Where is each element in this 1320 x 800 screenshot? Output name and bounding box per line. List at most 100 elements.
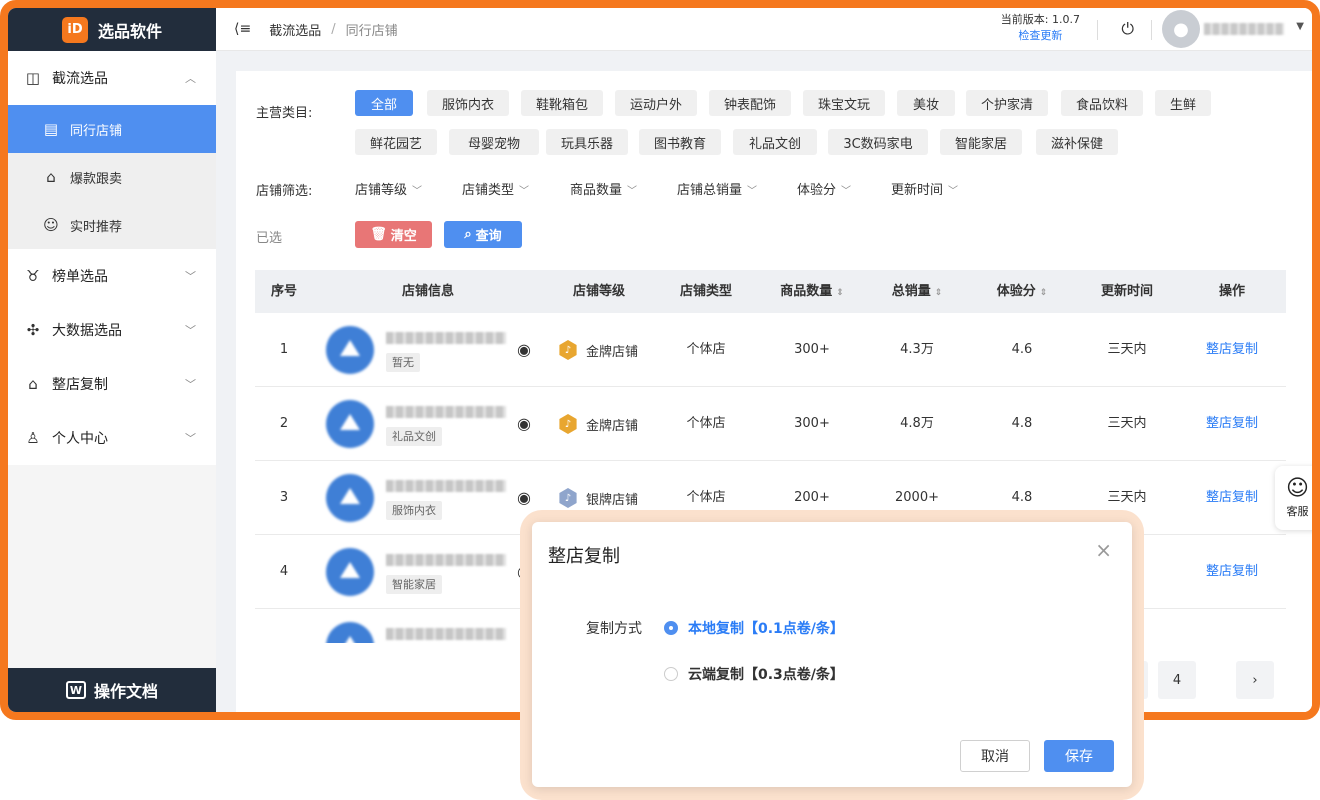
shop-filter-dropdown[interactable]: 店铺等级 ﹀	[355, 179, 422, 198]
shop-filter-dropdown[interactable]: 更新时间 ﹀	[891, 179, 958, 198]
sidebar-item-label: 个人中心	[52, 431, 108, 447]
search-icon: ⌕	[464, 227, 472, 242]
shop-filter-dropdown[interactable]: 店铺类型 ﹀	[462, 179, 529, 198]
check-update-link[interactable]: 检查更新	[1001, 28, 1080, 44]
clear-button[interactable]: 🗑 清空	[355, 221, 432, 248]
chevron-down-icon: ﹀	[412, 186, 423, 197]
power-icon[interactable]: ⏻	[1121, 19, 1134, 39]
radio-label: 本地复制【0.1点卷/条】	[688, 621, 844, 637]
shop-filter-dropdown[interactable]: 店铺总销量 ﹀	[677, 179, 757, 198]
shop-filter-dropdown[interactable]: 体验分 ﹀	[797, 179, 851, 198]
copy-shop-dialog: 整店复制 × 复制方式 本地复制【0.1点卷/条】 云端复制【0.3点卷/条】 …	[532, 522, 1132, 787]
col-products[interactable]: 商品数量 ⇕	[757, 270, 867, 313]
page-button[interactable]: 4	[1158, 661, 1196, 699]
total-sales: 4.8万	[900, 416, 934, 431]
col-score-label: 体验分	[996, 284, 1036, 299]
radio-local-copy[interactable]: 本地复制【0.1点卷/条】	[664, 618, 844, 638]
breadcrumb-parent[interactable]: 截流选品	[269, 20, 321, 39]
docs-label: 操作文档	[93, 682, 158, 701]
sort-icon[interactable]: ⇕	[935, 288, 943, 298]
shop-level: ♪ 金牌店铺	[558, 313, 638, 387]
level-label: 银牌店铺	[586, 492, 639, 508]
table-row: 1 暂无 ◉ ♪ 金牌店铺 个体店 300+ 4.3万 4.6 三天内 整店复制	[255, 313, 1286, 387]
category-tag[interactable]: 服饰内衣	[427, 90, 510, 116]
col-type: 店铺类型	[679, 284, 732, 299]
sidebar-item-intercept[interactable]: ◫ 截流选品 ︿	[8, 51, 216, 105]
category-tag[interactable]: 个护家清	[966, 90, 1049, 116]
shop-bag-icon: ◫	[25, 69, 41, 87]
chevron-down-icon: ﹀	[185, 378, 196, 391]
table-header: 序号 店铺信息 店铺等级 店铺类型 商品数量 ⇕ 总销量 ⇕ 体验分 ⇕ 更新时间 操…	[255, 270, 1286, 313]
eye-icon[interactable]: ◉	[517, 488, 531, 508]
sidebar-subitem-realtime[interactable]: ☺ 实时推荐	[8, 201, 216, 249]
collapse-menu-icon[interactable]: ⟨≡	[234, 21, 251, 37]
row-number: 4	[279, 564, 289, 579]
level-badge-icon: ♪	[559, 488, 577, 508]
radio-label: 云端复制【0.3点卷/条】	[688, 667, 844, 683]
caret-down-icon[interactable]: ▼	[1296, 21, 1304, 32]
sidebar-subitem-label: 爆款跟卖	[70, 171, 123, 187]
eye-icon[interactable]: ◉	[517, 414, 531, 434]
breadcrumb-separator: /	[331, 21, 336, 37]
category-tag[interactable]: 图书教育	[639, 129, 722, 155]
sort-icon[interactable]: ⇕	[836, 288, 844, 298]
category-tag[interactable]: 鞋靴箱包	[521, 90, 604, 116]
category-tag[interactable]: 全部	[355, 90, 413, 116]
level-badge-icon: ♪	[559, 340, 577, 360]
sidebar-item-ranking[interactable]: ♉ 榜单选品 ﹀	[8, 249, 216, 303]
sidebar-item-copy-shop[interactable]: ⌂ 整店复制 ﹀	[8, 357, 216, 411]
product-count: 300+	[794, 342, 830, 357]
sort-icon[interactable]: ⇕	[1040, 288, 1048, 298]
category-tag[interactable]: 3C数码家电	[828, 129, 928, 155]
cancel-button[interactable]: 取消	[960, 740, 1030, 772]
version-info: 当前版本: 1.0.7 检查更新	[1001, 12, 1080, 44]
category-tag[interactable]: 智能家居	[940, 129, 1023, 155]
col-sales[interactable]: 总销量 ⇕	[867, 270, 967, 313]
shop-filter-dropdown[interactable]: 商品数量 ﹀	[570, 179, 637, 198]
category-tag[interactable]: 运动户外	[615, 90, 698, 116]
copy-shop-link[interactable]: 整店复制	[1177, 461, 1286, 535]
category-tag[interactable]: 母婴宠物	[449, 129, 539, 155]
radio-cloud-copy[interactable]: 云端复制【0.3点卷/条】	[664, 664, 844, 684]
experience-score: 4.6	[1011, 342, 1033, 357]
category-tag[interactable]: 珠宝文玩	[803, 90, 886, 116]
customer-service-label: 客服	[1286, 505, 1309, 518]
sidebar-subitem-label: 同行店铺	[70, 123, 123, 139]
next-page-button[interactable]: ›	[1236, 661, 1274, 699]
shop-name-blurred	[386, 480, 506, 492]
docs-button[interactable]: W 操作文档	[8, 668, 216, 712]
category-tag[interactable]: 玩具乐器	[546, 129, 629, 155]
sidebar-item-bigdata[interactable]: ✣ 大数据选品 ﹀	[8, 303, 216, 357]
category-tag[interactable]: 鲜花园艺	[355, 129, 438, 155]
category-tag[interactable]: 钟表配饰	[709, 90, 792, 116]
level-badge-icon: ♪	[559, 414, 577, 434]
hot-icon: ⌂	[46, 168, 56, 186]
category-tag[interactable]: 生鲜	[1155, 90, 1212, 116]
avatar[interactable]: ●	[1162, 10, 1200, 48]
shop-avatar	[326, 474, 374, 522]
eye-icon[interactable]: ◉	[517, 340, 531, 360]
close-icon[interactable]: ×	[1095, 538, 1112, 562]
top-header: ⟨≡ 截流选品 / 同行店铺 当前版本: 1.0.7 检查更新 ⏻ ● ▼	[216, 8, 1312, 51]
sidebar-subitem-peer-shops[interactable]: ▤ 同行店铺	[8, 105, 216, 153]
sidebar-subitem-hot-follow[interactable]: ⌂ 爆款跟卖	[8, 153, 216, 201]
save-button[interactable]: 保存	[1044, 740, 1114, 772]
sidebar-item-profile[interactable]: ♙ 个人中心 ﹀	[8, 411, 216, 465]
radio-unchecked-icon[interactable]	[664, 667, 678, 681]
col-score[interactable]: 体验分 ⇕	[967, 270, 1077, 313]
copy-shop-link[interactable]: 整店复制	[1177, 535, 1286, 609]
selected-label: 已选	[256, 231, 283, 246]
level-label: 金牌店铺	[586, 344, 639, 360]
copy-shop-link[interactable]: 整店复制	[1177, 387, 1286, 461]
category-tag[interactable]: 礼品文创	[733, 129, 817, 155]
username-blurred[interactable]	[1204, 23, 1284, 35]
store-icon: ▤	[43, 120, 59, 138]
customer-service-button[interactable]: ☺ 客服	[1275, 466, 1312, 530]
radio-checked-icon[interactable]	[664, 621, 678, 635]
category-tag[interactable]: 美妆	[897, 90, 955, 116]
category-tag[interactable]: 食品饮料	[1061, 90, 1144, 116]
query-button[interactable]: ⌕ 查询	[444, 221, 522, 248]
shop-name-blurred	[386, 628, 506, 640]
copy-shop-link[interactable]: 整店复制	[1177, 313, 1286, 387]
category-tag[interactable]: 滋补保健	[1036, 129, 1119, 155]
